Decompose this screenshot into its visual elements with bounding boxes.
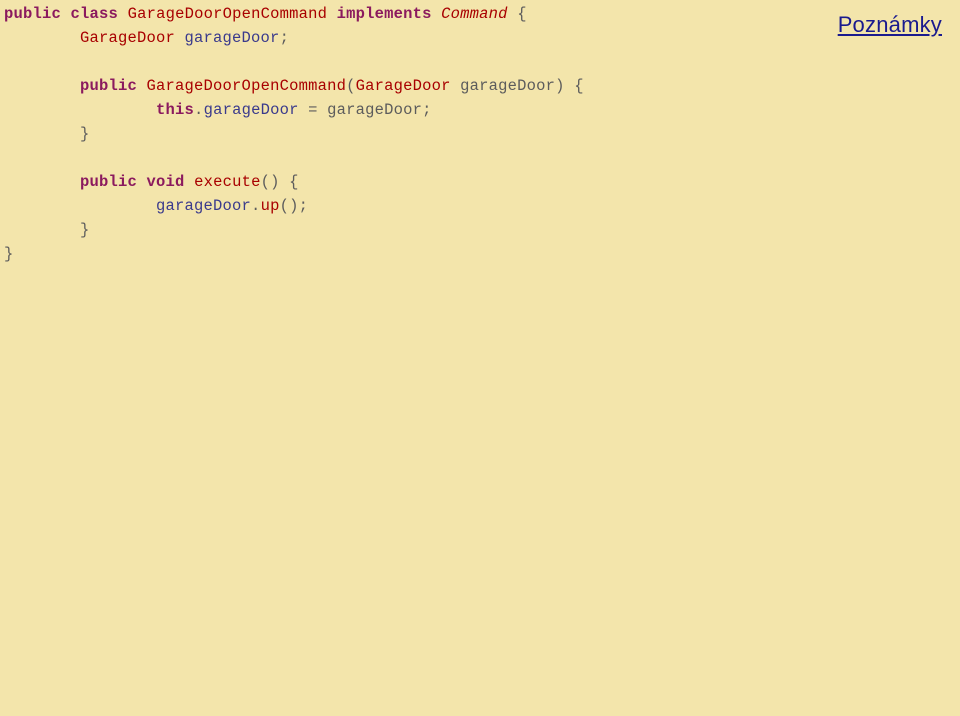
space [565, 77, 575, 95]
call-target: garageDoor [156, 197, 251, 215]
indent [4, 101, 156, 119]
space [280, 173, 290, 191]
class-name-command: Command [441, 5, 508, 23]
space [137, 77, 147, 95]
keyword-public: public [80, 173, 137, 191]
brace-open: { [574, 77, 584, 95]
notes-link[interactable]: Poznámky [838, 8, 942, 42]
paren-open: ( [346, 77, 356, 95]
param-name: garageDoor [460, 77, 555, 95]
constructor-name: GarageDoorOpenCommand [147, 77, 347, 95]
semicolon: ; [422, 101, 432, 119]
keyword-public: public [80, 77, 137, 95]
rhs-garagedoor: garageDoor [327, 101, 422, 119]
space [61, 5, 71, 23]
semicolon: ; [299, 197, 309, 215]
keyword-public: public [4, 5, 61, 23]
type-garagedoor: GarageDoor [80, 29, 175, 47]
paren-close: ) [555, 77, 565, 95]
paren-close: ) [270, 173, 280, 191]
equals: = [299, 101, 328, 119]
keyword-implements: implements [337, 5, 432, 23]
dot: . [194, 101, 204, 119]
space [432, 5, 442, 23]
space [508, 5, 518, 23]
indent [4, 173, 80, 191]
field-garagedoor: garageDoor [185, 29, 280, 47]
param-type: GarageDoor [356, 77, 451, 95]
space [137, 173, 147, 191]
keyword-class: class [71, 5, 119, 23]
indent [4, 197, 156, 215]
indent [4, 29, 80, 47]
brace-close: } [4, 245, 14, 263]
brace-open: { [517, 5, 527, 23]
keyword-void: void [147, 173, 185, 191]
space [451, 77, 461, 95]
indent [4, 77, 80, 95]
code-block: public class GarageDoorOpenCommand imple… [0, 0, 960, 266]
space [327, 5, 337, 23]
method-up: up [261, 197, 280, 215]
indent [4, 221, 80, 239]
indent [4, 125, 80, 143]
dot: . [251, 197, 261, 215]
brace-open: { [289, 173, 299, 191]
space [175, 29, 185, 47]
space [185, 173, 195, 191]
class-name-main: GarageDoorOpenCommand [128, 5, 328, 23]
keyword-this: this [156, 101, 194, 119]
space [118, 5, 128, 23]
paren-open: ( [280, 197, 290, 215]
brace-close: } [80, 125, 90, 143]
paren-open: ( [261, 173, 271, 191]
method-execute: execute [194, 173, 261, 191]
semicolon: ; [280, 29, 290, 47]
member-garagedoor: garageDoor [204, 101, 299, 119]
paren-close: ) [289, 197, 299, 215]
brace-close: } [80, 221, 90, 239]
